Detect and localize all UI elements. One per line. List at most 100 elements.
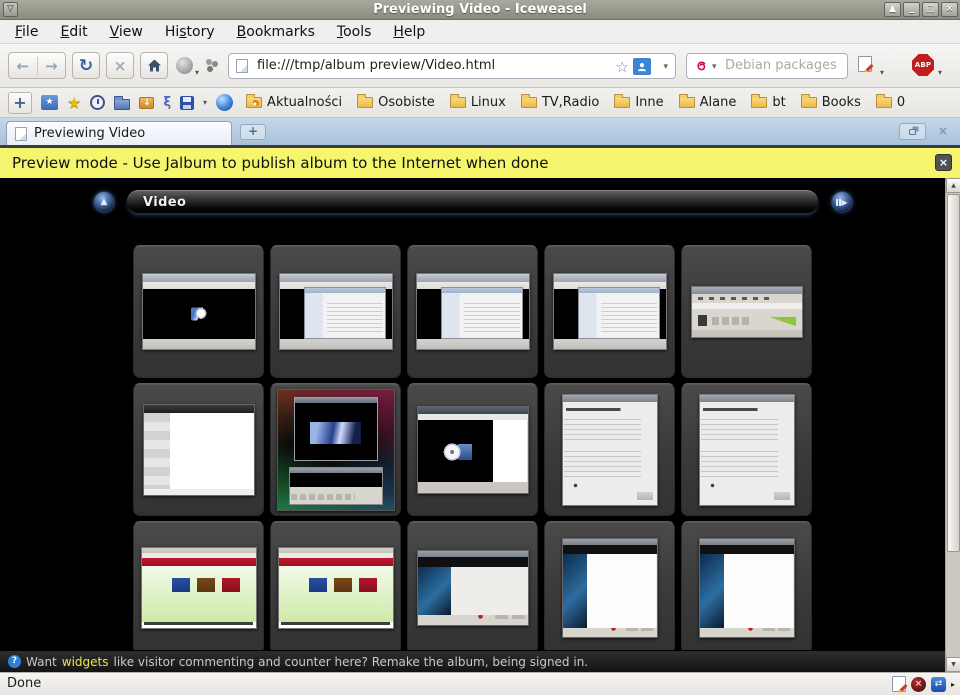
menu-help[interactable]: Help	[382, 21, 436, 43]
tab-previewing-video[interactable]: Previewing Video	[6, 121, 232, 145]
thumbnail-realplayer-license[interactable]	[681, 521, 812, 654]
bookmark-star-icon[interactable]: ☆	[616, 58, 629, 76]
url-dropdown-caret[interactable]: ▾	[663, 62, 668, 72]
page-edit-caret[interactable]: ▾	[880, 68, 884, 77]
tab-favicon	[15, 127, 27, 141]
home-button[interactable]	[140, 52, 168, 79]
notification-bar: Preview mode - Use Jalbum to publish alb…	[0, 145, 960, 178]
downloads-icon[interactable]: ↓	[139, 97, 154, 109]
bookmark-folder-books[interactable]: Books	[801, 95, 861, 110]
shot-inner	[442, 441, 472, 463]
window-maximize-button[interactable]: □	[922, 2, 939, 17]
list-all-tabs-button[interactable]	[899, 123, 926, 140]
thumbnail-interface-settings-window[interactable]	[133, 383, 264, 516]
screenshot-installer-welcome	[417, 550, 529, 626]
shot-inner	[578, 287, 660, 340]
thumbnail-xine-player-with-controls[interactable]	[270, 383, 401, 516]
adblock-plus-button[interactable]: ABP	[912, 54, 934, 76]
proxy-icon[interactable]: ⇄	[931, 677, 946, 692]
thumbnail-player-preferences-dialog-3[interactable]	[544, 245, 675, 378]
window-shade-button[interactable]: ▲	[884, 2, 901, 17]
add-bookmark-button[interactable]: +	[8, 92, 32, 114]
album-footer-bar: ? Want widgets like visitor commenting a…	[0, 650, 945, 672]
bookmark-folder-osobiste[interactable]: Osobiste	[357, 95, 435, 110]
bookmark-folder-tv-radio[interactable]: TV,Radio	[521, 95, 600, 110]
menu-view[interactable]: View	[99, 21, 154, 43]
menu-history[interactable]: History	[154, 21, 226, 43]
thumbnail-vlc-media-player[interactable]	[681, 245, 812, 378]
globe-icon[interactable]	[216, 94, 233, 111]
thumbnail-first-time-setup-finish[interactable]	[681, 383, 812, 516]
bookmark-label: Osobiste	[378, 95, 435, 110]
scrollbar[interactable]: ▲ ▼	[945, 178, 960, 672]
thumbnail-player-preferences-dialog-1[interactable]	[270, 245, 401, 378]
url-input[interactable]	[255, 57, 565, 74]
search-bar[interactable]: ▾	[686, 53, 848, 79]
thumbnail-realplayer-installer-welcome[interactable]	[407, 521, 538, 654]
thumbnail-media-player-with-playlist[interactable]	[407, 383, 538, 516]
bookmarks-panel-icon[interactable]: ★	[41, 95, 58, 110]
bookmark-folder-0[interactable]: 0	[876, 95, 905, 110]
search-engine-caret[interactable]: ▾	[712, 62, 717, 72]
search-input[interactable]	[723, 57, 841, 74]
thumbnail-player-preferences-dialog-2[interactable]	[407, 245, 538, 378]
thumbnail-realplayer-release-notes[interactable]	[544, 521, 675, 654]
url-bar[interactable]: ☆ ▾	[228, 53, 676, 79]
bookmark-folder-bt[interactable]: bt	[751, 95, 785, 110]
extension-icon-1[interactable]	[176, 57, 193, 74]
forward-button[interactable]: →	[38, 57, 66, 75]
page-edit-icon[interactable]	[858, 56, 872, 72]
scroll-down-button[interactable]: ▼	[946, 657, 960, 672]
noscript-icon[interactable]: ×	[911, 677, 926, 692]
status-caret[interactable]: ▸	[951, 680, 955, 689]
bookmark-folder-linux[interactable]: Linux	[450, 95, 506, 110]
folder-icon	[614, 97, 630, 108]
menu-edit[interactable]: Edit	[49, 21, 98, 43]
library-folder-icon[interactable]	[114, 99, 130, 110]
extension-icon-2[interactable]	[206, 59, 212, 65]
stop-button[interactable]: ×	[106, 52, 134, 79]
scrollbar-thumb[interactable]	[947, 194, 960, 552]
notification-close-button[interactable]: ×	[935, 154, 952, 171]
thumbnail-media-player-with-film-logo[interactable]	[133, 245, 264, 378]
bookmark-folders: Aktualności Osobiste Linux TV,Radio Inne Alan…	[246, 95, 905, 110]
bookmark-folder-inne[interactable]: Inne	[614, 95, 663, 110]
thumbnail-media-store-window-2[interactable]	[270, 521, 401, 654]
bookmark-folder-aktualno-ci[interactable]: Aktualności	[246, 95, 342, 110]
folder-icon	[679, 97, 695, 108]
scroll-up-button[interactable]: ▲	[946, 178, 960, 193]
menu-bookmarks[interactable]: Bookmarks	[226, 21, 326, 43]
window-minimize-button[interactable]: _	[903, 2, 920, 17]
menu-tools[interactable]: Tools	[326, 21, 383, 43]
save-floppy-icon[interactable]	[180, 96, 194, 110]
new-tab-button[interactable]: +	[240, 124, 266, 140]
navigation-toolbar: ← → ↻ × ▾ ☆ ▾ ▾ ▾ ABP	[0, 44, 960, 88]
star-bookmark-icon[interactable]: ★	[67, 95, 81, 111]
widgets-link[interactable]: widgets	[62, 655, 109, 669]
status-page-edit-icon[interactable]	[892, 676, 906, 692]
close-tab-button[interactable]: ×	[934, 123, 952, 140]
thumbnail-first-time-setup-welcome[interactable]	[544, 383, 675, 516]
screenshot-wizard	[699, 394, 795, 506]
toolbar-overflow-caret[interactable]: ▾	[203, 98, 207, 107]
debian-swirl-icon[interactable]	[693, 58, 709, 78]
back-button[interactable]: ←	[9, 57, 37, 75]
seahorse-icon[interactable]: ξ	[163, 96, 171, 110]
thumbnail-media-store-window-1[interactable]	[133, 521, 264, 654]
menu-file[interactable]: File	[4, 21, 49, 43]
history-clock-icon[interactable]	[90, 95, 105, 110]
shot-inner	[191, 308, 207, 321]
screenshot-prefs-dialog	[553, 273, 667, 350]
reload-button[interactable]: ↻	[72, 52, 100, 79]
album-up-button[interactable]: ▲	[93, 191, 115, 213]
screenshot-prefs-dialog	[416, 273, 530, 350]
status-text: Done	[7, 673, 41, 695]
extension-caret[interactable]: ▾	[195, 68, 199, 77]
identity-icon[interactable]	[633, 58, 651, 75]
folder-icon	[521, 97, 537, 108]
adblock-plus-caret[interactable]: ▾	[938, 68, 942, 77]
album-next-button[interactable]: ▶	[831, 191, 853, 213]
window-close-button[interactable]: ×	[941, 2, 958, 17]
bookmark-folder-alane[interactable]: Alane	[679, 95, 737, 110]
screenshot-wizard	[562, 394, 658, 506]
